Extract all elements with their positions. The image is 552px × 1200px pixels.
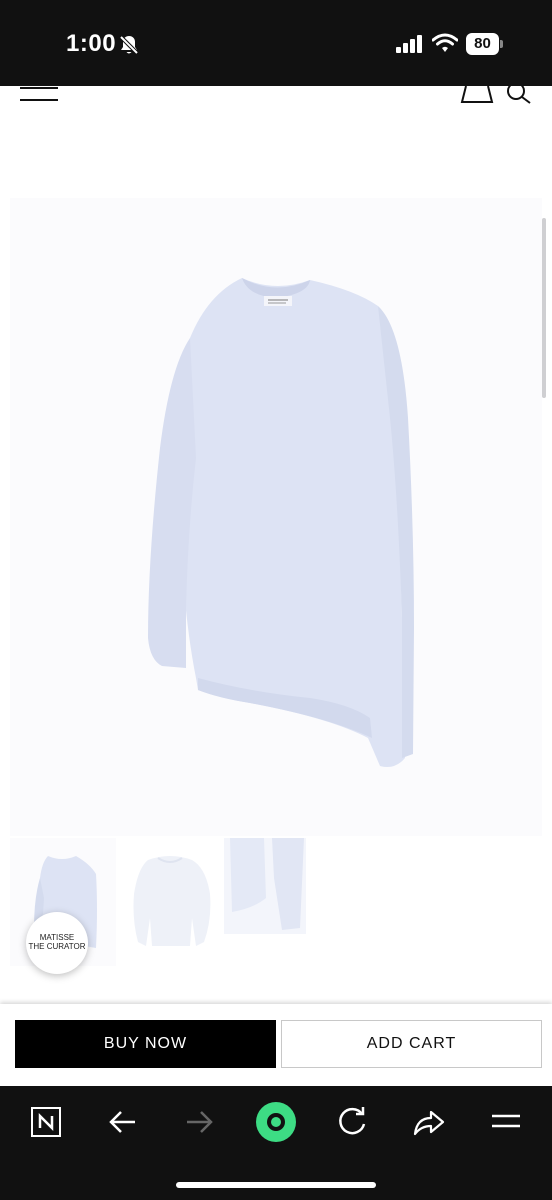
reload-icon[interactable] — [330, 1100, 374, 1144]
search-icon[interactable] — [506, 86, 534, 104]
add-cart-button[interactable]: ADD CART — [281, 1020, 542, 1068]
image-scrollbar[interactable] — [542, 218, 546, 398]
app-screen: 1:00 80 MATISSE THE CURATOR BUY NOW ADD … — [0, 0, 552, 1200]
thumbnail-3[interactable] — [224, 838, 306, 934]
menu-lines-icon[interactable] — [484, 1100, 528, 1144]
product-main-image[interactable] — [10, 198, 542, 836]
back-arrow-icon[interactable] — [101, 1100, 145, 1144]
green-dot-icon[interactable] — [254, 1100, 298, 1144]
brand-badge-line2: THE CURATOR — [28, 942, 86, 951]
shopping-bag-icon[interactable] — [460, 86, 494, 104]
menu-icon[interactable] — [20, 86, 58, 104]
brand-badge-line1: MATISSE — [39, 933, 75, 942]
brand-badge[interactable]: MATISSE THE CURATOR — [26, 912, 88, 974]
share-icon[interactable] — [407, 1100, 451, 1144]
bell-slash-icon — [119, 35, 139, 55]
naver-n-icon[interactable] — [24, 1100, 68, 1144]
sweater-photo — [148, 278, 414, 767]
home-indicator[interactable] — [176, 1182, 376, 1188]
forward-arrow-icon[interactable] — [177, 1100, 221, 1144]
signal-icon — [396, 35, 422, 53]
buy-now-button[interactable]: BUY NOW — [15, 1020, 276, 1068]
purchase-action-bar: BUY NOW ADD CART — [0, 1004, 552, 1086]
wifi-icon — [432, 33, 458, 52]
battery-icon: 80 — [466, 33, 504, 55]
battery-tip — [500, 40, 503, 48]
thumbnail-2[interactable] — [118, 838, 224, 966]
thumbnail-sweater-flat — [133, 856, 211, 946]
site-header — [0, 86, 552, 126]
status-bar: 1:00 80 — [0, 0, 552, 86]
status-time: 1:00 — [66, 30, 117, 57]
thumbnail-strip — [10, 838, 542, 966]
battery-level: 80 — [466, 33, 499, 55]
thumbnail-sweater-detail — [224, 838, 306, 934]
